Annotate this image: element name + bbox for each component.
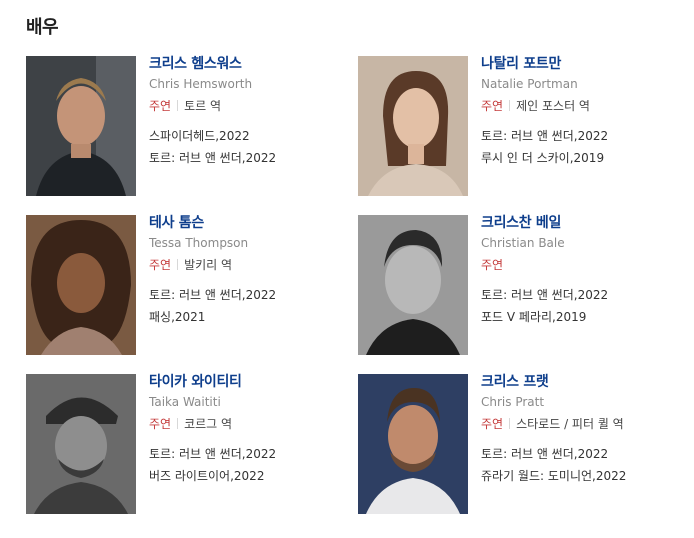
filmography: 토르: 러브 앤 썬더,2022 버즈 라이트이어,2022 bbox=[149, 446, 349, 484]
actor-name-english: Natalie Portman bbox=[481, 77, 578, 91]
role-type: 주연 bbox=[149, 417, 172, 431]
divider bbox=[509, 418, 511, 429]
actor-card-tessa-thompson[interactable]: 테사 톰슨 Tessa Thompson 주연 발키리 역 토르: 러브 앤 썬더… bbox=[26, 215, 346, 355]
role-line: 주연 스타로드 / 피터 퀼 역 bbox=[481, 416, 681, 432]
actor-photo[interactable] bbox=[26, 215, 136, 355]
role-type: 주연 bbox=[481, 258, 504, 272]
role-type: 주연 bbox=[149, 258, 172, 272]
role-name: 제인 포스터 역 bbox=[516, 99, 590, 113]
work-item[interactable]: 포드 V 페라리,2019 bbox=[481, 309, 681, 325]
actor-photo[interactable] bbox=[26, 374, 136, 514]
role-line: 주연 제인 포스터 역 bbox=[481, 98, 681, 114]
actor-name-english: Chris Hemsworth bbox=[149, 77, 253, 91]
role-line: 주연 코르그 역 bbox=[149, 416, 349, 432]
actor-name[interactable]: 크리스 프랫 bbox=[481, 374, 681, 390]
work-item[interactable]: 토르: 러브 앤 썬더,2022 bbox=[149, 287, 349, 303]
work-item[interactable]: 루시 인 더 스카이,2019 bbox=[481, 150, 681, 166]
work-item[interactable]: 패싱,2021 bbox=[149, 309, 349, 325]
role-line: 주연 bbox=[481, 257, 681, 273]
actor-name[interactable]: 테사 톰슨 bbox=[149, 215, 349, 231]
actor-name[interactable]: 크리스 헴스워스 bbox=[149, 56, 349, 72]
actor-photo[interactable] bbox=[358, 215, 468, 355]
actor-photo[interactable] bbox=[26, 56, 136, 196]
role-name: 발키리 역 bbox=[184, 258, 233, 272]
work-item[interactable]: 토르: 러브 앤 썬더,2022 bbox=[481, 128, 681, 144]
actor-photo[interactable] bbox=[358, 56, 468, 196]
role-line: 주연 발키리 역 bbox=[149, 257, 349, 273]
divider bbox=[177, 259, 179, 270]
actor-photo[interactable] bbox=[358, 374, 468, 514]
role-name: 스타로드 / 피터 퀼 역 bbox=[516, 417, 624, 431]
filmography: 토르: 러브 앤 썬더,2022 포드 V 페라리,2019 bbox=[481, 287, 681, 325]
divider bbox=[177, 418, 179, 429]
work-item[interactable]: 버즈 라이트이어,2022 bbox=[149, 468, 349, 484]
role-type: 주연 bbox=[481, 417, 504, 431]
actor-card-natalie-portman[interactable]: 나탈리 포트만 Natalie Portman 주연 제인 포스터 역 토르: 러… bbox=[358, 56, 678, 196]
filmography: 토르: 러브 앤 썬더,2022 패싱,2021 bbox=[149, 287, 349, 325]
actor-name-english: Taika Waititi bbox=[149, 395, 221, 409]
section-title: 배우 bbox=[26, 17, 59, 38]
actor-name[interactable]: 크리스찬 베일 bbox=[481, 215, 681, 231]
divider bbox=[509, 100, 511, 111]
actor-name-english: Chris Pratt bbox=[481, 395, 545, 409]
work-item[interactable]: 쥬라기 월드: 도미니언,2022 bbox=[481, 468, 681, 484]
divider bbox=[177, 100, 179, 111]
work-item[interactable]: 스파이더헤드,2022 bbox=[149, 128, 349, 144]
role-line: 주연 토르 역 bbox=[149, 98, 349, 114]
actor-name[interactable]: 나탈리 포트만 bbox=[481, 56, 681, 72]
actor-name-english: Tessa Thompson bbox=[149, 236, 249, 250]
role-name: 코르그 역 bbox=[184, 417, 233, 431]
role-type: 주연 bbox=[149, 99, 172, 113]
filmography: 토르: 러브 앤 썬더,2022 쥬라기 월드: 도미니언,2022 bbox=[481, 446, 681, 484]
role-name: 토르 역 bbox=[184, 99, 222, 113]
role-type: 주연 bbox=[481, 99, 504, 113]
actor-card-chris-hemsworth[interactable]: 크리스 헴스워스 Chris Hemsworth 주연 토르 역 스파이더헤드,2… bbox=[26, 56, 346, 196]
work-item[interactable]: 토르: 러브 앤 썬더,2022 bbox=[149, 150, 349, 166]
work-item[interactable]: 토르: 러브 앤 썬더,2022 bbox=[481, 446, 681, 462]
filmography: 스파이더헤드,2022 토르: 러브 앤 썬더,2022 bbox=[149, 128, 349, 166]
filmography: 토르: 러브 앤 썬더,2022 루시 인 더 스카이,2019 bbox=[481, 128, 681, 166]
actor-card-christian-bale[interactable]: 크리스찬 베일 Christian Bale 주연 토르: 러브 앤 썬더,20… bbox=[358, 215, 678, 355]
actor-card-taika-waititi[interactable]: 타이카 와이티티 Taika Waititi 주연 코르그 역 토르: 러브 앤 … bbox=[26, 374, 346, 514]
work-item[interactable]: 토르: 러브 앤 썬더,2022 bbox=[149, 446, 349, 462]
work-item[interactable]: 토르: 러브 앤 썬더,2022 bbox=[481, 287, 681, 303]
actor-name-english: Christian Bale bbox=[481, 236, 565, 250]
actor-name[interactable]: 타이카 와이티티 bbox=[149, 374, 349, 390]
actor-card-chris-pratt[interactable]: 크리스 프랫 Chris Pratt 주연 스타로드 / 피터 퀼 역 토르: 러… bbox=[358, 374, 678, 514]
